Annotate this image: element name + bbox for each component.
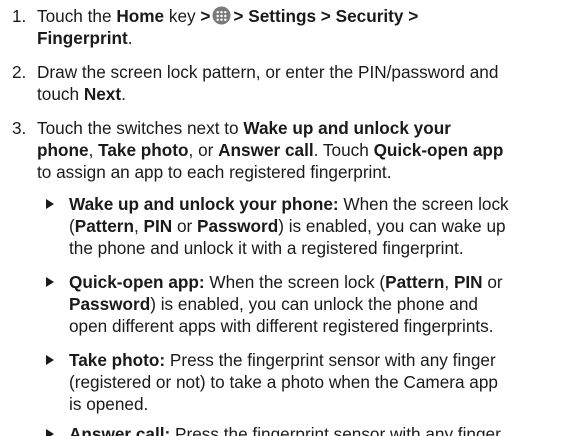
text-line: Take photo: Press the fingerprint sensor… <box>69 349 583 371</box>
bold-run: Wake up and unlock your <box>243 118 451 138</box>
bullet-text: Take photo: Press the fingerprint sensor… <box>69 349 583 415</box>
text-run: Press the fingerprint sensor with any fi… <box>165 350 496 370</box>
step-number: 1. <box>12 6 27 26</box>
text-line: to assign an app to each registered fing… <box>37 161 583 183</box>
bullet-triangle-icon <box>46 429 54 436</box>
text-run: or <box>172 216 198 236</box>
bold-run: Take photo: <box>69 350 166 370</box>
bold-run: Answer call: <box>69 424 171 436</box>
bold-run: > Settings > Security > <box>233 6 419 26</box>
bold-run: Quick-open app <box>373 140 504 160</box>
text-run: the phone and unlock it with a registere… <box>69 238 464 258</box>
step-number: 3. <box>12 118 27 138</box>
text-line: (registered or not) to take a photo when… <box>69 371 583 393</box>
text-line: Wake up and unlock your phone: When the … <box>69 193 583 215</box>
text-run: to assign an app to each registered fing… <box>37 162 392 182</box>
text-run: Touch the switches next to <box>37 118 244 138</box>
text-run: When the screen lock ( <box>204 272 386 292</box>
bold-run: Quick-open app: <box>69 272 205 292</box>
text-run: . Touch <box>313 140 374 160</box>
text-line: (Pattern, PIN or Password) is enabled, y… <box>69 215 583 237</box>
bold-run: PIN <box>143 216 173 236</box>
text-run: Draw the screen lock pattern, or enter t… <box>37 62 499 82</box>
text-run: , <box>133 216 144 236</box>
text-run: open different apps with different regis… <box>69 316 494 336</box>
text-run: Touch the <box>37 6 117 26</box>
text-run: key <box>164 6 201 26</box>
bold-run: phone <box>37 140 89 160</box>
text-run: (registered or not) to take a photo when… <box>69 372 498 392</box>
bold-run: Pattern <box>385 272 445 292</box>
text-line: Fingerprint. <box>37 27 583 49</box>
text-line: Draw the screen lock pattern, or enter t… <box>37 61 583 83</box>
text-run: , or <box>188 140 219 160</box>
bold-run: Fingerprint <box>37 28 128 48</box>
text-run: Press the fingerprint sensor with any fi… <box>170 424 501 436</box>
text-run: . <box>121 84 126 104</box>
bold-run: Next <box>83 84 122 104</box>
text-line: is opened. <box>69 393 583 415</box>
step-text: Touch the switches next to Wake up and u… <box>37 117 583 183</box>
text-run: , <box>88 140 99 160</box>
text-run: ) is enabled, you can wake up <box>278 216 506 236</box>
text-line: touch Next. <box>37 83 583 105</box>
step-number: 2. <box>12 62 27 82</box>
text-run: . <box>127 28 133 48</box>
text-run: or <box>482 272 503 292</box>
text-run: When the screen lock <box>338 194 509 214</box>
text-run: ) is enabled, you can unlock the phone a… <box>150 294 478 314</box>
bold-run: Answer call <box>218 140 314 160</box>
bold-run: Home <box>116 6 165 26</box>
step-text: Draw the screen lock pattern, or enter t… <box>37 61 583 105</box>
manual-page: 1. Touch the Home key > > Settings > Secu… <box>0 0 583 436</box>
text-line: Touch the switches next to Wake up and u… <box>37 117 583 139</box>
text-line: Password) is enabled, you can unlock the… <box>69 293 583 315</box>
text-line: Answer call: Press the fingerprint senso… <box>69 423 583 436</box>
bullet-text: Wake up and unlock your phone: When the … <box>69 193 583 259</box>
bullet-triangle-icon <box>46 277 54 287</box>
bullet-text: Answer call: Press the fingerprint senso… <box>69 423 583 436</box>
text-run: is opened. <box>69 394 149 414</box>
bold-run: Password <box>197 216 279 236</box>
text-line: Quick-open app: When the screen lock (Pa… <box>69 271 583 293</box>
bold-run: > <box>200 6 211 26</box>
text-line: Touch the Home key > > Settings > Securit… <box>37 5 583 27</box>
bullet-text: Quick-open app: When the screen lock (Pa… <box>69 271 583 337</box>
bold-run: Take photo <box>98 140 189 160</box>
step-text: Touch the Home key > > Settings > Securit… <box>37 5 583 49</box>
text-line: open different apps with different regis… <box>69 315 583 337</box>
text-line: the phone and unlock it with a registere… <box>69 237 583 259</box>
bold-run: Pattern <box>74 216 134 236</box>
bold-run: Wake up and unlock your phone: <box>69 194 339 214</box>
bullet-triangle-icon <box>46 199 54 209</box>
bullet-triangle-icon <box>46 355 54 365</box>
text-run: touch <box>37 84 84 104</box>
apps-icon <box>212 6 231 25</box>
bold-run: PIN <box>453 272 483 292</box>
text-run: , <box>444 272 454 292</box>
bold-run: Password <box>69 294 151 314</box>
text-line: phone, Take photo, or Answer call. Touch… <box>37 139 583 161</box>
